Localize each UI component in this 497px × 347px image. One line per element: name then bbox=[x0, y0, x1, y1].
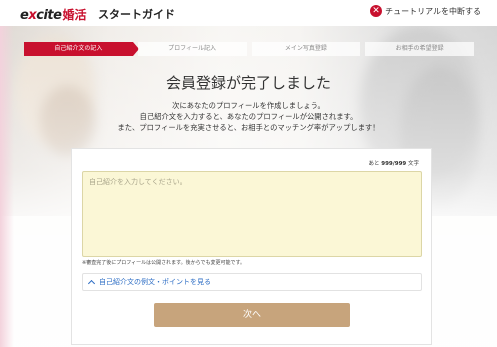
logo-kanji: 婚活 bbox=[62, 8, 87, 22]
close-circle-icon: ✕ bbox=[370, 5, 383, 17]
next-button[interactable]: 次へ bbox=[154, 303, 350, 327]
step-partner-preferences: お相手の希望登録 bbox=[365, 42, 474, 56]
description: 次にあなたのプロフィールを作成しましょう。 自己紹介文を入力すると、あなたのプロ… bbox=[0, 100, 497, 133]
example-toggle-label: 自己紹介文の例文・ポイントを見る bbox=[99, 278, 211, 286]
logo[interactable]: excite 婚活 bbox=[20, 3, 86, 23]
self-intro-card: あと 999/999 文字 ※審査完了後にプロフィールは公開されます。後からでも… bbox=[71, 148, 432, 345]
step-self-intro: 自己紹介文の記入 bbox=[24, 42, 139, 56]
review-note: ※審査完了後にプロフィールは公開されます。後からでも変更可能です。 bbox=[82, 260, 245, 266]
quit-tutorial-label: チュートリアルを中断する bbox=[385, 6, 481, 16]
step-profile: プロフィール記入 bbox=[137, 42, 247, 56]
header: excite 婚活 スタートガイド ✕ チュートリアルを中断する bbox=[0, 0, 497, 26]
description-line: また、プロフィールを充実させると、お相手とのマッチング率がアップします！ bbox=[117, 123, 380, 132]
self-intro-textarea[interactable] bbox=[82, 171, 422, 257]
logo-text: excite bbox=[20, 8, 62, 23]
description-line: 次にあなたのプロフィールを作成しましょう。 bbox=[172, 101, 325, 110]
page-edge-decoration bbox=[0, 0, 14, 347]
step-main-photo: メイン写真登録 bbox=[251, 42, 361, 56]
progress-steps: 自己紹介文の記入 プロフィール記入 メイン写真登録 お相手の希望登録 bbox=[24, 42, 474, 56]
registration-complete-heading: 会員登録が完了しました bbox=[165, 74, 331, 92]
quit-tutorial-button[interactable]: ✕ チュートリアルを中断する bbox=[370, 5, 481, 17]
example-toggle[interactable]: 自己紹介文の例文・ポイントを見る bbox=[82, 273, 422, 291]
page-title: スタートガイド bbox=[98, 8, 175, 21]
character-counter: あと 999/999 文字 bbox=[368, 161, 419, 167]
remaining-count: 999/999 bbox=[381, 161, 407, 167]
chevron-up-icon bbox=[87, 279, 96, 288]
description-line: 自己紹介文を入力すると、あなたのプロフィールが公開されます。 bbox=[139, 112, 358, 121]
